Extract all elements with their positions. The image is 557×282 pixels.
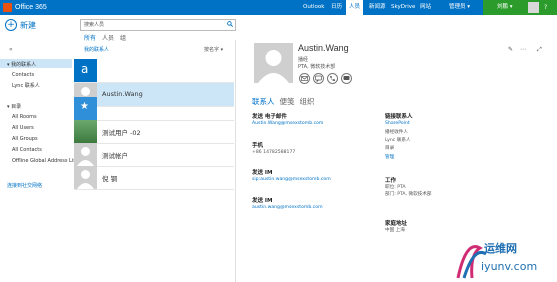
tab-contact[interactable]: 联系人 (252, 96, 275, 107)
filter-people[interactable]: 人员 (102, 33, 114, 42)
field-label-im-2: 发送 IM (252, 198, 273, 204)
contact-name-heading: Austin.Wang (298, 43, 349, 53)
app-title: Office 365 (15, 4, 47, 11)
folder-directory[interactable]: ▾ 目录 (7, 103, 21, 110)
folder-my-contacts[interactable]: ▾ 我的联系人 (7, 61, 36, 68)
linked-contacts-heading: 链接联系人 (385, 114, 413, 120)
connect-social-link[interactable]: 连接到社交网络 (7, 182, 42, 189)
person-avatar-icon (74, 143, 97, 166)
list-header: 我的联系人 (84, 47, 110, 53)
tab-org[interactable]: 组织 (300, 96, 315, 107)
nav-calendar[interactable]: 日历 (331, 0, 342, 15)
list-item[interactable]: 倪 钢 (74, 166, 234, 190)
list-item[interactable]: ★ (74, 97, 234, 121)
watermark-title: 运维网 (484, 242, 517, 255)
contact-name: 测试帐户 (102, 152, 128, 160)
call-action-icon[interactable] (327, 73, 338, 84)
work-heading: 工作 (385, 178, 397, 184)
star-icon: ★ (74, 97, 97, 120)
contact-department: PTA, 微软技术部 (298, 64, 336, 70)
list-item[interactable]: a (74, 59, 234, 83)
user-avatar[interactable] (528, 2, 539, 13)
search-icon[interactable] (227, 21, 233, 27)
folder-offline-gal[interactable]: Offline Global Address List (12, 158, 78, 164)
field-label-email: 发送 电子邮件 (252, 114, 287, 120)
user-area: 刘鹏 ▾ ? (483, 0, 557, 15)
nav-people[interactable]: 人员 (346, 0, 364, 15)
plus-icon: + (5, 19, 17, 31)
contact-tabs: 联系人 便笺 组织 (252, 96, 315, 107)
edit-icon[interactable]: ✎ (508, 46, 513, 53)
home-address-heading: 家庭地址 (385, 221, 408, 227)
linked-directory: 目录 (385, 146, 395, 151)
folder-contacts[interactable]: Contacts (12, 72, 34, 78)
folder-all-contacts[interactable]: All Contacts (12, 147, 42, 153)
field-label-mobile: 手机 (252, 143, 264, 149)
linked-recipient: 播经收件人 (385, 130, 408, 135)
contact-name: 倪 钢 (102, 175, 118, 183)
nav-sites[interactable]: 网站 (420, 0, 431, 15)
email-link[interactable]: Austin.Wang@msexstomb.com (252, 121, 323, 126)
nav-newsfeed[interactable]: 新闻源 (369, 0, 386, 15)
pane-divider (235, 40, 236, 282)
linked-lync: Lync 联系人 (385, 138, 411, 143)
admin-menu[interactable]: 管理员 ▾ (449, 0, 470, 15)
new-button-label: 新建 (20, 20, 36, 30)
im-action-icon[interactable] (313, 73, 324, 84)
list-item[interactable]: 测试帐户 (74, 143, 234, 167)
filter-bar: 所有 人员 组 (84, 33, 126, 42)
email-action-icon[interactable] (299, 73, 310, 84)
folder-all-groups[interactable]: All Groups (12, 136, 38, 142)
im-link-sip[interactable]: sip:austin.wang@msexstomb.com (252, 177, 331, 182)
tab-notes[interactable]: 便笺 (280, 96, 295, 107)
search-input[interactable]: 搜索人员 (84, 21, 104, 28)
im-link[interactable]: austin.wang@msexstomb.com (252, 205, 323, 210)
filter-all[interactable]: 所有 (84, 33, 96, 42)
contact-avatar (254, 43, 293, 83)
work-department: 部门: PTA, 微软技术部 (385, 192, 432, 197)
collapse-icon[interactable]: « (9, 46, 13, 53)
nav-outlook[interactable]: Outlook (303, 0, 324, 15)
contact-name: 测试用户 -02 (102, 129, 141, 137)
nav-skydrive[interactable]: SkyDrive (391, 0, 415, 15)
expand-icon[interactable]: ⤢ (537, 46, 542, 54)
letter-tile-text: a (81, 62, 89, 76)
more-icon[interactable]: ⋯ (520, 46, 526, 53)
contact-title: 播经 (298, 57, 309, 63)
sort-dropdown[interactable]: 按名字 ▾ (204, 46, 223, 53)
mobile-value: +86 14782588177 (252, 150, 296, 155)
folder-all-users[interactable]: All Users (12, 125, 34, 131)
chat-action-icon[interactable] (341, 73, 352, 84)
linked-sharepoint[interactable]: SharePoint (385, 121, 410, 126)
person-avatar-icon (74, 166, 97, 189)
office-logo-icon (3, 3, 12, 12)
folder-all-rooms[interactable]: All Rooms (12, 114, 37, 120)
manage-link[interactable]: 管理 (385, 154, 394, 160)
office365-brand[interactable]: Office 365 (3, 2, 47, 13)
field-label-im: 发送 IM (252, 170, 273, 176)
filter-groups[interactable]: 组 (120, 33, 126, 42)
home-address-value: 中国 上海 (385, 228, 405, 233)
search-box[interactable]: 搜索人员 (80, 19, 236, 31)
watermark-url: iyunv.com (481, 260, 538, 273)
letter-tile: a (74, 59, 97, 82)
new-button[interactable]: + 新建 (5, 19, 36, 31)
work-position: 职位: PTA (385, 185, 406, 190)
list-item[interactable]: 测试用户 -02 (74, 120, 234, 144)
top-bar: Office 365 Outlook 日历 人员 新闻源 SkyDrive 网站… (0, 0, 557, 15)
user-menu[interactable]: 刘鹏 ▾ (497, 0, 513, 15)
photo-avatar (74, 120, 97, 143)
help-icon[interactable]: ? (544, 0, 547, 15)
folder-lync-contacts[interactable]: Lync 联系人 (12, 82, 40, 89)
